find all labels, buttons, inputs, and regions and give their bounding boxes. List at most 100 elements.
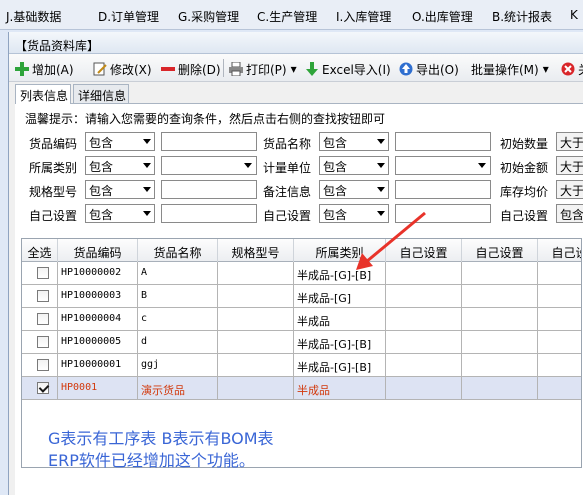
cell-product-name: A	[138, 262, 218, 285]
excel-import-button[interactable]: Excel导入(I)	[305, 60, 391, 78]
custom-1-input[interactable]	[161, 204, 257, 223]
avg-price-operator-select[interactable]: 大于	[556, 180, 583, 199]
row-checkbox[interactable]	[37, 267, 49, 279]
batch-operations-button[interactable]: 批量操作(M) ▾	[471, 60, 549, 78]
menu-statistics-reports[interactable]: B.统计报表	[492, 8, 552, 25]
row-checkbox[interactable]	[37, 313, 49, 325]
chevron-down-icon	[377, 187, 385, 192]
delete-button-label: 删除(D)	[178, 62, 221, 77]
cell-product-code: HP10000002	[58, 262, 138, 285]
cell-spec	[218, 262, 294, 285]
menu-basic-data[interactable]: J.基础数据	[6, 8, 61, 25]
cell-product-name: d	[138, 331, 218, 354]
row-checkbox[interactable]	[37, 290, 49, 302]
header-custom-3[interactable]: 自己设置	[538, 239, 581, 262]
menu-production-management[interactable]: C.生产管理	[257, 8, 317, 25]
cell-product-code: HP0001	[58, 377, 138, 400]
table-row-selected[interactable]: HP0001 演示货品 半成品	[22, 377, 581, 400]
cell-product-code: HP10000005	[58, 331, 138, 354]
category-select[interactable]	[161, 156, 257, 175]
query-label-custom-1: 自己设置	[29, 209, 78, 223]
delete-button[interactable]: 删除(D)	[161, 60, 221, 78]
remarks-input[interactable]	[395, 180, 491, 199]
close-button[interactable]: 关	[561, 60, 583, 78]
custom-2-operator-select[interactable]: 包含	[319, 204, 389, 223]
search-hint: 温馨提示：请输入您需要的查询条件，然后点击右侧的查找按钮即可	[25, 112, 386, 126]
toolbar-separator	[223, 59, 224, 77]
product-name-input[interactable]	[395, 132, 491, 151]
chevron-down-icon	[143, 187, 151, 192]
custom-2-input[interactable]	[395, 204, 491, 223]
cell-product-code: HP10000001	[58, 354, 138, 377]
table-row[interactable]: HP10000001 ggj 半成品-[G]-[B]	[22, 354, 581, 377]
initial-quantity-operator-select[interactable]: 大于	[556, 132, 583, 151]
tab-detail-info[interactable]: 详细信息	[73, 84, 129, 104]
menu-outbound-management[interactable]: O.出库管理	[412, 8, 473, 25]
row-checkbox[interactable]	[37, 359, 49, 371]
down-arrow-icon	[305, 62, 319, 76]
header-spec[interactable]: 规格型号	[218, 239, 294, 262]
cell-spec	[218, 285, 294, 308]
product-code-operator-select[interactable]: 包含	[85, 132, 155, 151]
annotation-line-2: ERP软件已经增加这个功能。	[48, 451, 255, 470]
custom-1-operator-select[interactable]: 包含	[85, 204, 155, 223]
cell-spec	[218, 308, 294, 331]
product-name-operator-select[interactable]: 包含	[319, 132, 389, 151]
category-operator-select[interactable]: 包含	[85, 156, 155, 175]
cell-spec	[218, 377, 294, 400]
table-row[interactable]: HP10000005 d 半成品-[G]-[B]	[22, 331, 581, 354]
menu-inbound-management[interactable]: I.入库管理	[336, 8, 391, 25]
query-label-unit: 计量单位	[263, 161, 312, 175]
remarks-operator-select[interactable]: 包含	[319, 180, 389, 199]
product-library-window: 【货品资料库】 增加(A) 修改(X) 删除(D) 打印(P) ▾ Excel导…	[8, 32, 583, 495]
header-category[interactable]: 所属类别	[294, 239, 386, 262]
print-dropdown-icon[interactable]: ▾	[291, 62, 297, 76]
grid-header: 全选 货品编码 货品名称 规格型号 所属类别 自己设置 自己设置 自己设置	[22, 239, 581, 262]
header-product-code[interactable]: 货品编码	[58, 239, 138, 262]
chevron-down-icon	[377, 139, 385, 144]
table-row[interactable]: HP10000004 c 半成品	[22, 308, 581, 331]
edit-document-icon	[93, 62, 107, 76]
menu-order-management[interactable]: D.订单管理	[98, 8, 159, 25]
batch-dropdown-icon[interactable]: ▾	[543, 62, 549, 76]
unit-operator-select[interactable]: 包含	[319, 156, 389, 175]
spec-operator-select[interactable]: 包含	[85, 180, 155, 199]
annotation-line-1: G表示有工序表 B表示有BOM表	[48, 429, 274, 448]
header-custom-2[interactable]: 自己设置	[462, 239, 538, 262]
header-custom-1[interactable]: 自己设置	[386, 239, 462, 262]
cell-product-name: B	[138, 285, 218, 308]
batch-operations-label: 批量操作(M)	[471, 62, 539, 77]
print-button[interactable]: 打印(P) ▾	[229, 60, 297, 78]
table-row[interactable]: HP10000003 B 半成品-[G]	[22, 285, 581, 308]
cell-product-name: ggj	[138, 354, 218, 377]
edit-button-label: 修改(X)	[110, 62, 152, 77]
query-label-product-code: 货品编码	[29, 137, 78, 151]
table-row[interactable]: HP10000002 A 半成品-[G]-[B]	[22, 262, 581, 285]
product-code-input[interactable]	[161, 132, 257, 151]
menu-more[interactable]: K	[570, 8, 578, 22]
menu-purchase-management[interactable]: G.采购管理	[178, 8, 239, 25]
cell-product-name: c	[138, 308, 218, 331]
row-checkbox[interactable]	[37, 336, 49, 348]
export-button[interactable]: 导出(O)	[399, 60, 459, 78]
row-checkbox-checked[interactable]	[37, 382, 49, 394]
custom-3-operator-select[interactable]: 包含	[556, 204, 583, 223]
chevron-down-icon	[143, 211, 151, 216]
header-select-all[interactable]: 全选	[22, 239, 58, 262]
chevron-down-icon	[143, 139, 151, 144]
minus-icon	[161, 62, 175, 76]
add-button[interactable]: 增加(A)	[15, 60, 74, 78]
cell-product-name: 演示货品	[138, 377, 218, 400]
edit-button[interactable]: 修改(X)	[93, 60, 152, 78]
export-button-label: 导出(O)	[416, 62, 459, 77]
cell-product-code: HP10000003	[58, 285, 138, 308]
tab-list-info[interactable]: 列表信息	[15, 84, 71, 104]
close-icon	[561, 62, 575, 76]
menu-bar: J.基础数据 D.订单管理 G.采购管理 C.生产管理 I.入库管理 O.出库管…	[0, 0, 583, 30]
initial-amount-operator-select[interactable]: 大于	[556, 156, 583, 175]
unit-select[interactable]	[395, 156, 491, 175]
plus-icon	[15, 62, 29, 76]
spec-input[interactable]	[161, 180, 257, 199]
header-product-name[interactable]: 货品名称	[138, 239, 218, 262]
close-button-label: 关	[578, 61, 583, 78]
